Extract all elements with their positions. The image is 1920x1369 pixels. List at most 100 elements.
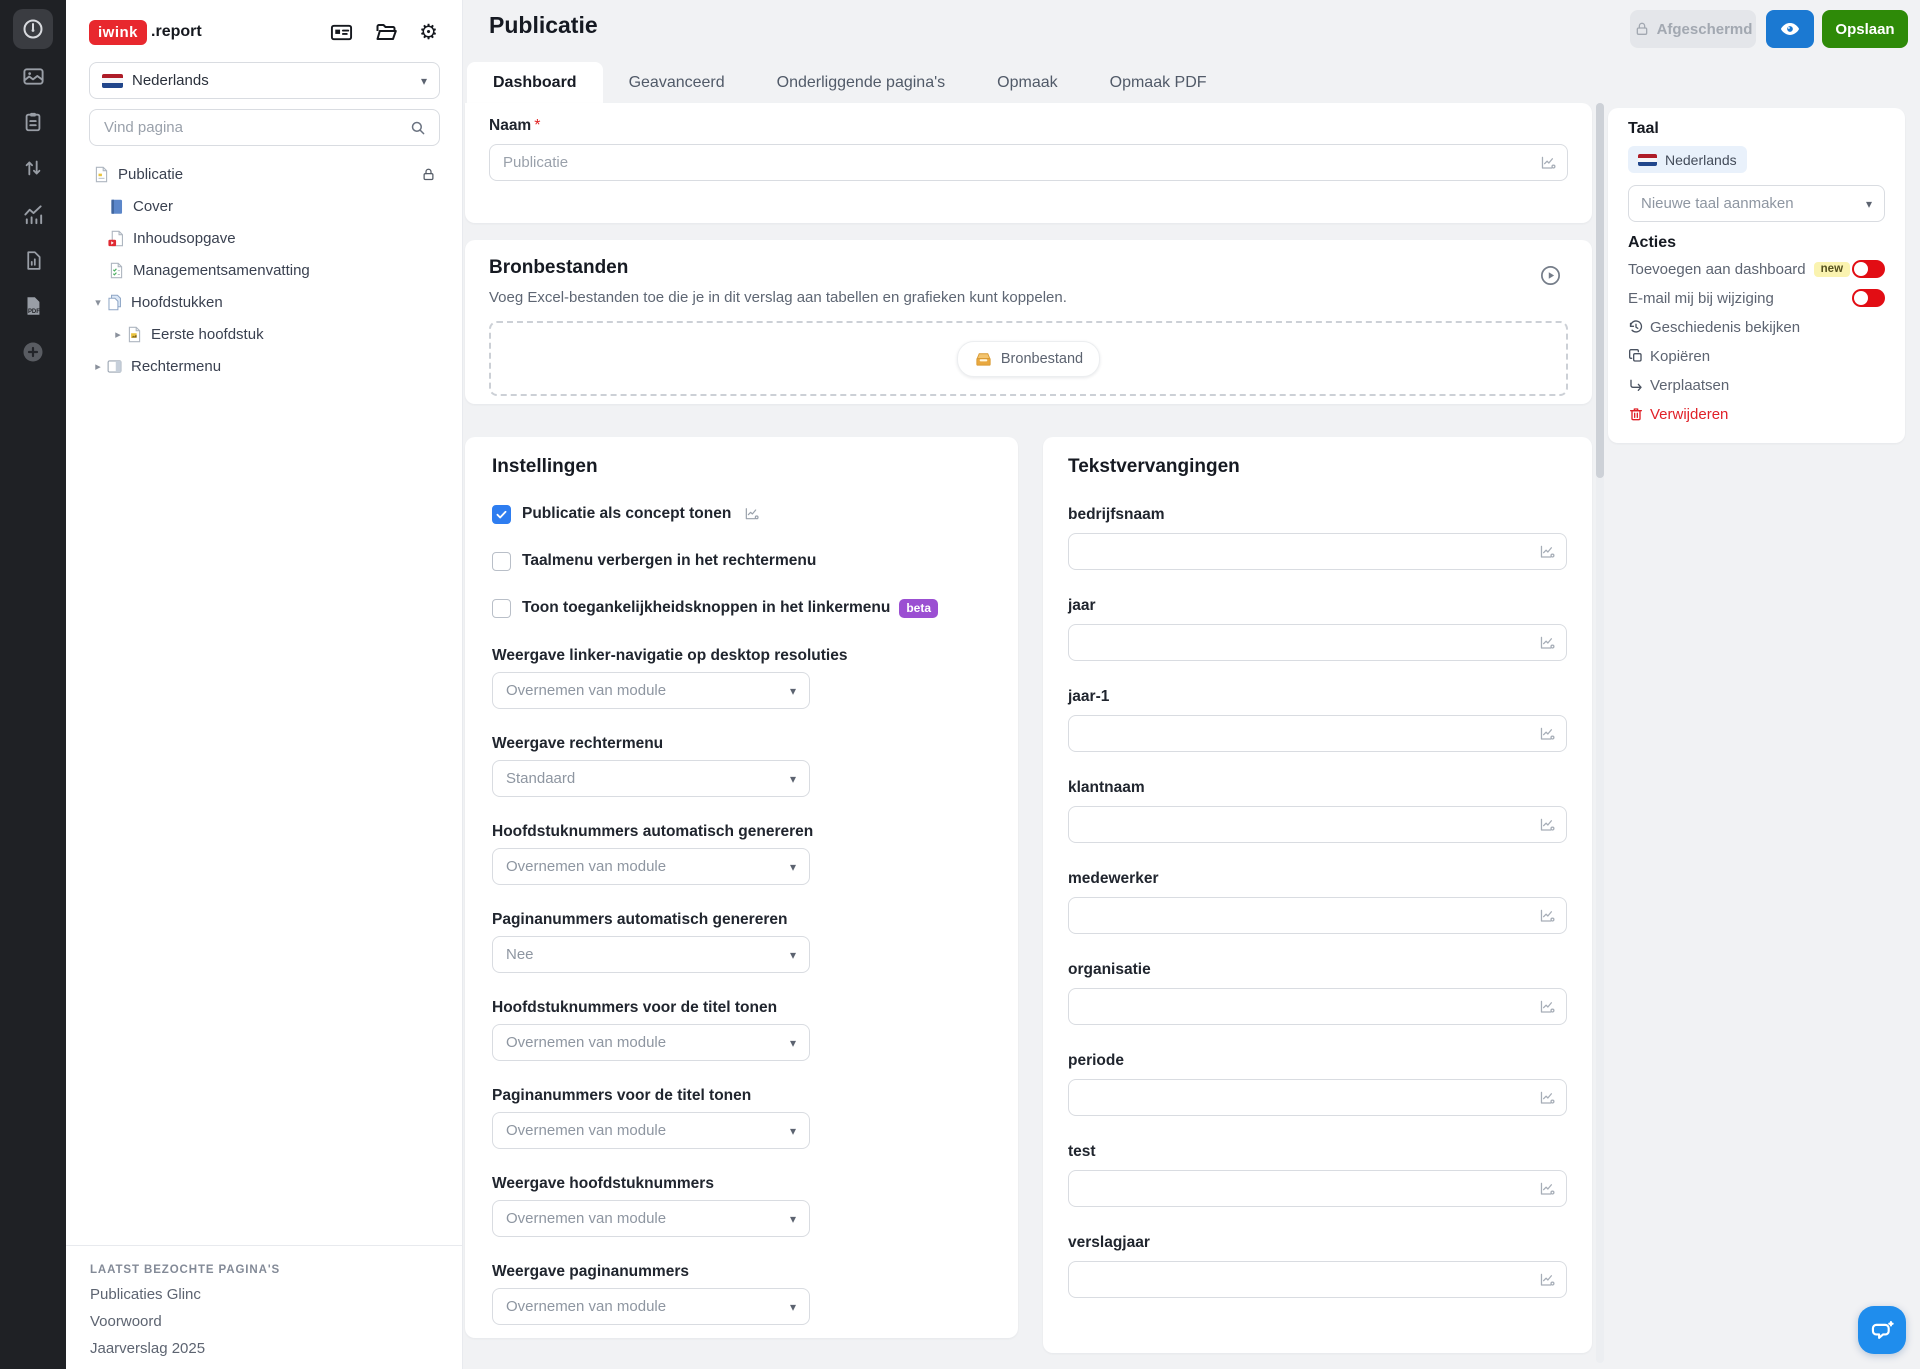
replacement-input[interactable]	[1068, 624, 1567, 661]
setting-select-group: Hoofdstuknummers automatisch genereren O…	[492, 823, 991, 885]
chevron-down-icon[interactable]: ▾	[90, 296, 106, 309]
recent-page-link[interactable]: Publicaties Glinc	[90, 1286, 438, 1303]
replacement-input[interactable]	[1068, 806, 1567, 843]
setting-select[interactable]: Overnemen van module▾	[492, 1024, 810, 1061]
help-video-icon[interactable]	[1539, 264, 1562, 287]
save-button[interactable]: Opslaan	[1822, 10, 1908, 48]
caret-down-icon: ▾	[790, 861, 796, 873]
page-tree: Publicatie Cover Inhoudsopgave Managemen…	[66, 158, 462, 382]
scrollbar-thumb[interactable]	[1596, 103, 1604, 478]
tree-item-publicatie[interactable]: Publicatie	[66, 158, 462, 190]
chevron-down-icon: ▾	[421, 75, 427, 87]
checkbox-unchecked[interactable]	[492, 599, 511, 618]
rail-item-add[interactable]	[0, 329, 66, 375]
text-replacement-icon[interactable]	[1539, 816, 1556, 833]
tab-geavanceerd[interactable]: Geavanceerd	[603, 62, 751, 103]
gear-icon[interactable]: ⚙	[419, 22, 438, 43]
source-file-dropzone[interactable]: Bronbestand	[489, 321, 1568, 396]
card-view-icon[interactable]	[330, 21, 353, 44]
setting-select[interactable]: Overnemen van module▾	[492, 1112, 810, 1149]
rail-item-report-doc[interactable]	[0, 237, 66, 283]
text-replacement-icon[interactable]	[1539, 725, 1556, 742]
setting-select[interactable]: Overnemen van module▾	[492, 672, 810, 709]
caret-down-icon: ▾	[790, 1301, 796, 1313]
replacement-input[interactable]	[1068, 533, 1567, 570]
recent-page-link[interactable]: Voorwoord	[90, 1313, 438, 1330]
rail-item-pdf[interactable]: PDF	[0, 283, 66, 329]
action-move[interactable]: Verplaatsen	[1628, 373, 1885, 397]
replacement-input[interactable]	[1068, 897, 1567, 934]
tree-item-cover[interactable]: Cover	[66, 190, 462, 222]
text-replacement-icon[interactable]	[1539, 998, 1556, 1015]
text-replacement-icon[interactable]	[1540, 154, 1557, 171]
text-replacement-icon[interactable]	[1539, 543, 1556, 560]
protected-button[interactable]: Afgeschermd	[1630, 10, 1756, 48]
content-scrollbar[interactable]	[1596, 103, 1604, 1363]
caret-down-icon: ▾	[790, 1037, 796, 1049]
name-card: Naam*	[465, 103, 1592, 223]
setting-select[interactable]: Overnemen van module▾	[492, 1288, 810, 1325]
sidebar-language-value: Nederlands	[132, 72, 209, 89]
search-input[interactable]	[102, 118, 409, 137]
email-toggle[interactable]	[1852, 289, 1885, 307]
replacement-input[interactable]	[1068, 1261, 1567, 1298]
replacement-input[interactable]	[1068, 988, 1567, 1025]
chat-widget-button[interactable]	[1858, 1306, 1906, 1354]
tab-opmaak[interactable]: Opmaak	[971, 62, 1083, 103]
text-replacement-icon[interactable]	[1539, 634, 1556, 651]
tree-item-managementsamenvatting[interactable]: Managementsamenvatting	[66, 254, 462, 286]
action-copy[interactable]: Kopiëren	[1628, 344, 1885, 368]
rail-item-checklist[interactable]	[0, 99, 66, 145]
checkbox-unchecked[interactable]	[492, 552, 511, 571]
brand-logo[interactable]: iwink	[89, 20, 147, 45]
setting-select-group: Weergave rechtermenu Standaard▾	[492, 735, 991, 797]
tab-bar: Dashboard Geavanceerd Onderliggende pagi…	[467, 62, 1233, 103]
replacement-input[interactable]	[1068, 1079, 1567, 1116]
text-replacement-icon[interactable]	[1539, 1180, 1556, 1197]
sidebar: iwink .report ⚙ Nederlands ▾ Publicatie …	[66, 0, 463, 1369]
tab-dashboard[interactable]: Dashboard	[467, 62, 603, 103]
rail-item-analytics[interactable]	[0, 191, 66, 237]
replacement-input[interactable]	[1068, 715, 1567, 752]
replacement-input[interactable]	[1068, 1170, 1567, 1207]
action-delete[interactable]: Verwijderen	[1628, 402, 1885, 426]
add-source-file-button[interactable]: Bronbestand	[957, 341, 1100, 377]
sidebar-language-select[interactable]: Nederlands ▾	[89, 62, 440, 99]
rail-item-dashboard[interactable]	[13, 9, 53, 49]
setting-select[interactable]: Nee▾	[492, 936, 810, 973]
setting-select[interactable]: Overnemen van module▾	[492, 848, 810, 885]
tree-item-inhoudsopgave[interactable]: Inhoudsopgave	[66, 222, 462, 254]
trend-chart-icon	[22, 203, 45, 226]
dashboard-toggle[interactable]	[1852, 260, 1885, 278]
recent-page-link[interactable]: Jaarverslag 2025	[90, 1340, 438, 1357]
rail-item-workflow[interactable]	[0, 145, 66, 191]
source-files-title: Bronbestanden	[489, 256, 1568, 280]
action-history[interactable]: Geschiedenis bekijken	[1628, 315, 1885, 339]
tree-item-rechtermenu[interactable]: ▸ Rechtermenu	[66, 350, 462, 382]
replacement-field-group: verslagjaar	[1068, 1234, 1567, 1298]
tab-opmaak-pdf[interactable]: Opmaak PDF	[1084, 62, 1233, 103]
name-input[interactable]	[489, 144, 1568, 181]
rail-item-media[interactable]	[0, 53, 66, 99]
setting-select[interactable]: Overnemen van module▾	[492, 1200, 810, 1237]
pdf-file-icon: PDF	[22, 295, 44, 317]
page-search	[89, 109, 440, 146]
book-icon	[108, 198, 125, 215]
chevron-right-icon[interactable]: ▸	[110, 328, 126, 341]
preview-button[interactable]	[1766, 10, 1814, 48]
language-chip[interactable]: Nederlands	[1628, 146, 1747, 173]
text-replacement-icon[interactable]	[1539, 907, 1556, 924]
tree-item-hoofdstukken[interactable]: ▾ Hoofdstukken	[66, 286, 462, 318]
setting-select-group: Weergave linker-navigatie op desktop res…	[492, 647, 991, 709]
folder-icon[interactable]	[374, 20, 398, 44]
tab-onderliggende-paginas[interactable]: Onderliggende pagina's	[751, 62, 972, 103]
text-replacement-icon[interactable]	[1539, 1271, 1556, 1288]
setting-select[interactable]: Standaard▾	[492, 760, 810, 797]
tree-item-eerste-hoofdstuk[interactable]: ▸ Eerste hoofdstuk	[66, 318, 462, 350]
setting-select-group: Paginanummers automatisch genereren Nee▾	[492, 911, 991, 973]
new-language-select[interactable]: Nieuwe taal aanmaken ▾	[1628, 185, 1885, 222]
checkbox-checked[interactable]	[492, 505, 511, 524]
text-replacement-icon[interactable]	[1539, 1089, 1556, 1106]
chevron-right-icon[interactable]: ▸	[90, 360, 106, 373]
text-replacement-icon[interactable]	[744, 506, 760, 522]
